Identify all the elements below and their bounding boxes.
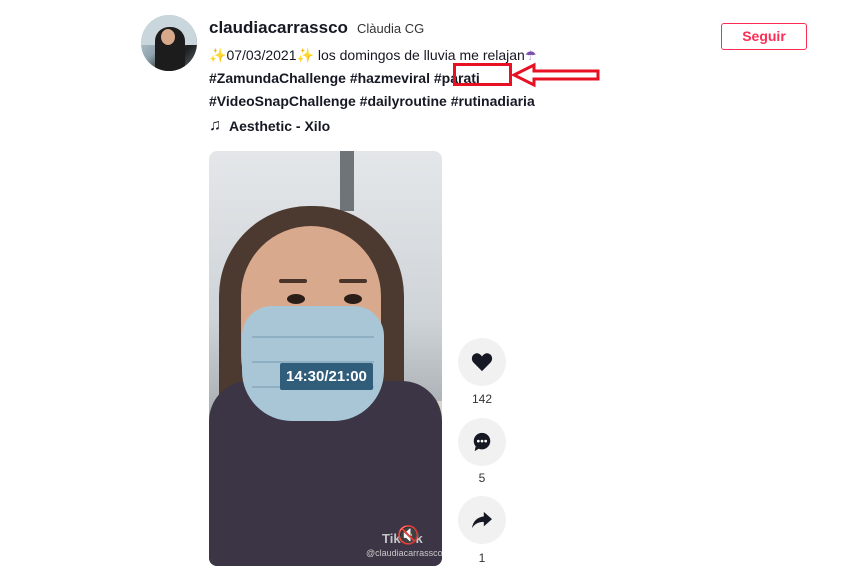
- annotation-arrow-icon: [512, 62, 600, 88]
- comment-icon: [473, 432, 491, 452]
- sparkles-icon: ✨: [209, 47, 227, 63]
- music-link[interactable]: ♫ Aesthetic - Xilo: [209, 117, 330, 135]
- like-button[interactable]: [458, 338, 506, 386]
- nickname: Clàudia CG: [357, 21, 425, 36]
- heart-icon: [471, 353, 493, 372]
- comment-count: 5: [478, 471, 486, 485]
- comment-button[interactable]: [458, 418, 506, 466]
- follow-button[interactable]: Seguir: [721, 23, 807, 50]
- annotation-highlight-box: [453, 63, 512, 86]
- caption-text: los domingos de lluvia me relajan: [313, 47, 525, 63]
- hashtag-link[interactable]: #rutinadiaria: [451, 93, 535, 109]
- avatar-face: [161, 29, 175, 45]
- mute-icon[interactable]: 🔇: [397, 525, 419, 546]
- hashtag-link[interactable]: #ZamundaChallenge: [209, 70, 346, 86]
- person-eye: [287, 294, 305, 304]
- person-eye: [344, 294, 362, 304]
- username[interactable]: claudiacarrassco: [209, 18, 348, 38]
- hashtag-link[interactable]: #dailyroutine: [360, 93, 447, 109]
- hashtag-link[interactable]: #VideoSnapChallenge: [209, 93, 356, 109]
- caption-date: 07/03/2021: [226, 47, 297, 63]
- share-arrow-icon: [472, 511, 492, 529]
- music-note-icon: ♫: [209, 117, 221, 134]
- like-count: 142: [471, 392, 493, 406]
- music-title: Aesthetic - Xilo: [229, 118, 331, 134]
- watermark-username: @claudiacarrassco: [366, 548, 442, 558]
- video-player[interactable]: 14:30/21:00 TikTok 🔇 @claudiacarrassco: [209, 151, 442, 566]
- caption-line-3: #VideoSnapChallenge #dailyroutine #rutin…: [209, 90, 629, 113]
- share-button[interactable]: [458, 496, 506, 544]
- hashtag-link[interactable]: #hazmeviral: [350, 70, 430, 86]
- sparkles-icon: ✨: [296, 47, 314, 63]
- video-timestamp: 14:30/21:00: [280, 363, 373, 390]
- umbrella-icon: ☂: [524, 48, 537, 63]
- background-pole: [340, 151, 354, 211]
- person-brow: [339, 279, 367, 283]
- avatar[interactable]: [141, 15, 197, 71]
- person-brow: [279, 279, 307, 283]
- share-count: 1: [478, 551, 486, 565]
- mask-fold: [252, 336, 374, 338]
